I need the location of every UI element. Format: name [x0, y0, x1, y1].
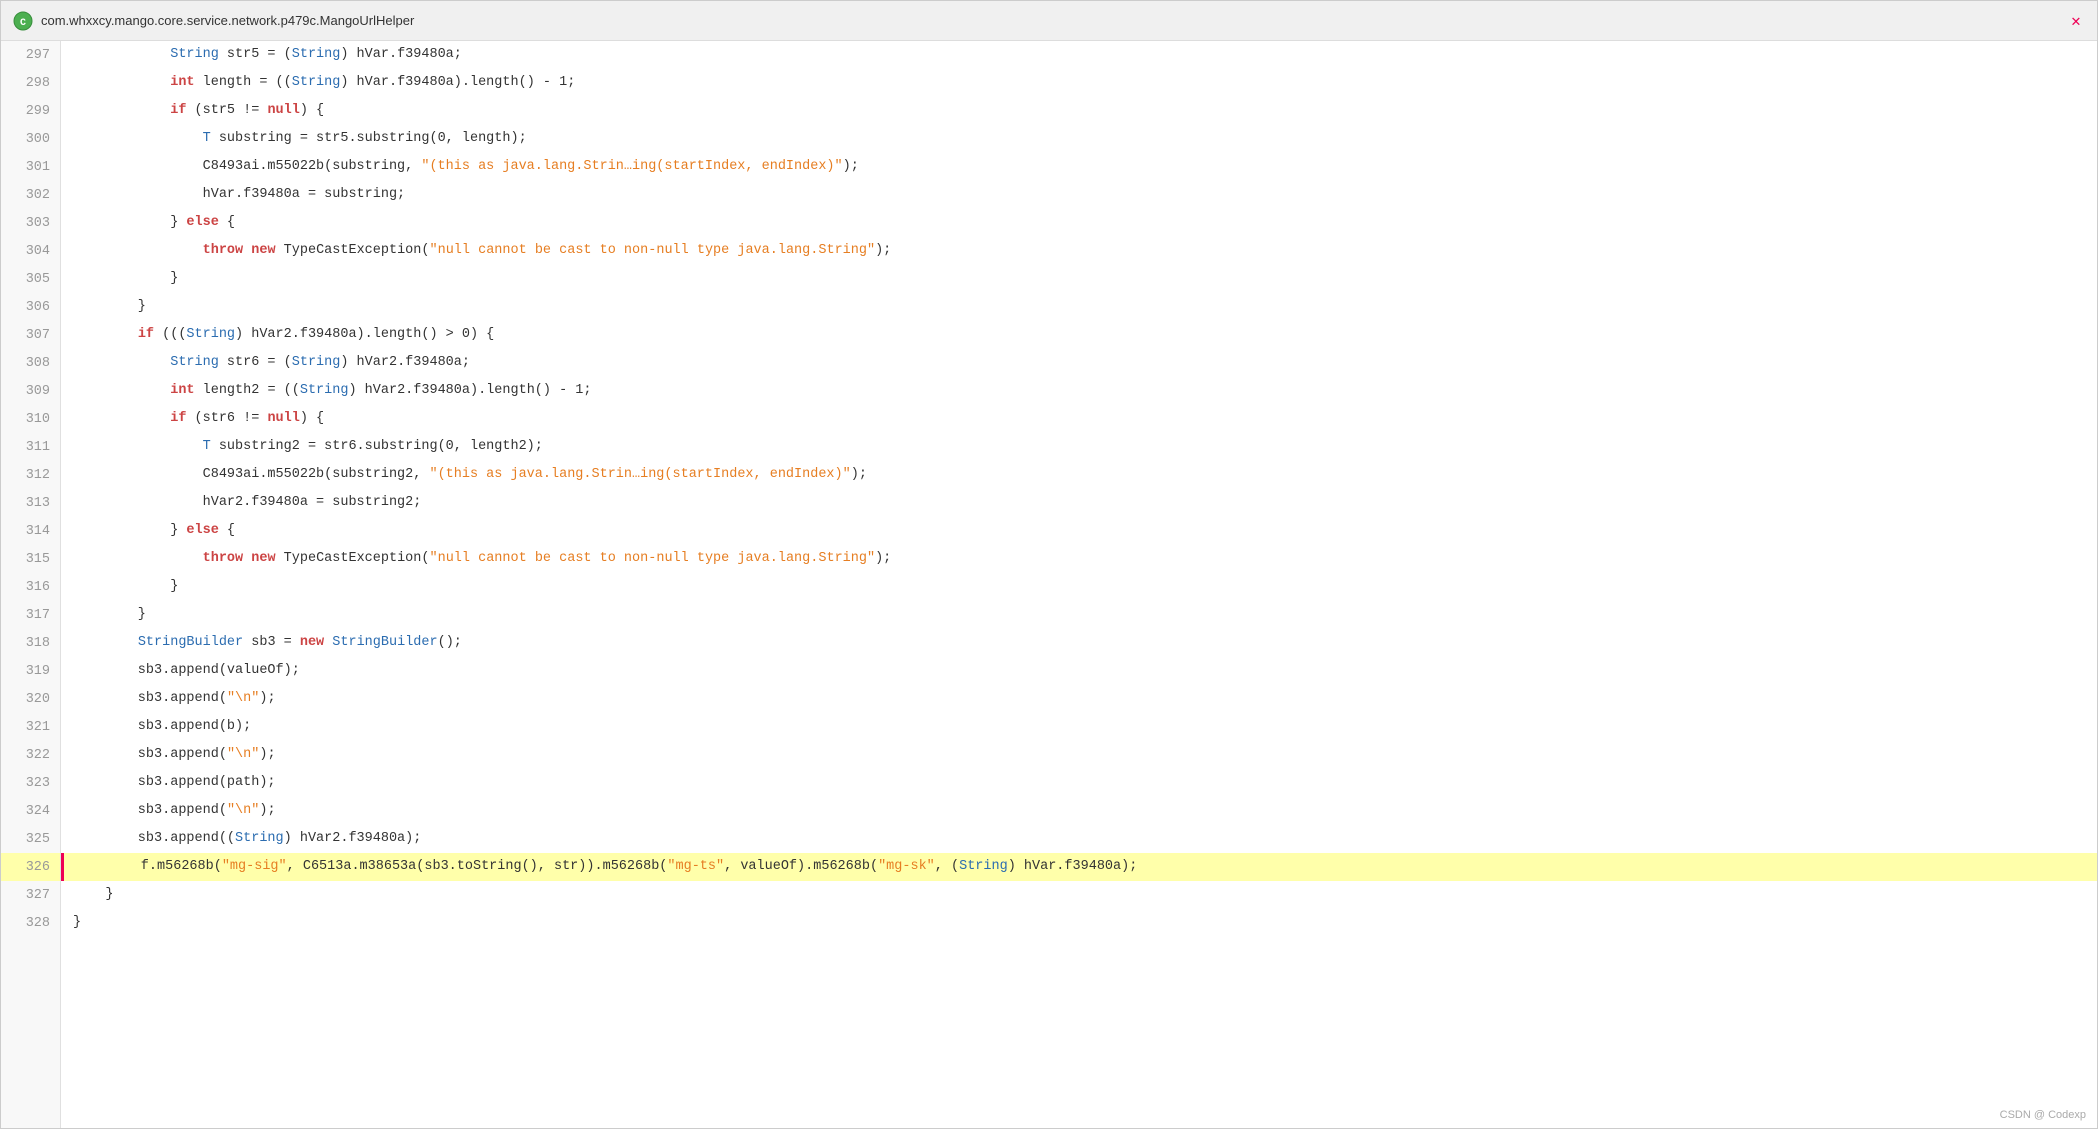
ln-317: 317 — [1, 601, 60, 629]
code-line-306: } — [61, 293, 2097, 321]
ln-318: 318 — [1, 629, 60, 657]
ln-308: 308 — [1, 349, 60, 377]
ln-312: 312 — [1, 461, 60, 489]
code-line-323: sb3.append(path); — [61, 769, 2097, 797]
code-line-325: sb3.append((String) hVar2.f39480a); — [61, 825, 2097, 853]
code-line-308: String str6 = (String) hVar2.f39480a; — [61, 349, 2097, 377]
ln-301: 301 — [1, 153, 60, 181]
ln-304: 304 — [1, 237, 60, 265]
ln-309: 309 — [1, 377, 60, 405]
tab-title: com.whxxcy.mango.core.service.network.p4… — [41, 13, 2059, 28]
code-line-326: f.m56268b("mg-sig", C6513a.m38653a(sb3.t… — [61, 853, 2097, 881]
ln-322: 322 — [1, 741, 60, 769]
code-line-322: sb3.append("\n"); — [61, 741, 2097, 769]
code-line-301: C8493ai.m55022b(substring, "(this as jav… — [61, 153, 2097, 181]
ln-321: 321 — [1, 713, 60, 741]
line-numbers: 297 298 299 300 301 302 303 304 305 306 … — [1, 41, 61, 1128]
code-line-319: sb3.append(valueOf); — [61, 657, 2097, 685]
code-line-315: throw new TypeCastException("null cannot… — [61, 545, 2097, 573]
ln-315: 315 — [1, 545, 60, 573]
ln-314: 314 — [1, 517, 60, 545]
ln-323: 323 — [1, 769, 60, 797]
ln-325: 325 — [1, 825, 60, 853]
ln-324: 324 — [1, 797, 60, 825]
code-line-311: T substring2 = str6.substring(0, length2… — [61, 433, 2097, 461]
close-button[interactable]: ✕ — [2067, 12, 2085, 30]
code-line-303: } else { — [61, 209, 2097, 237]
ln-299: 299 — [1, 97, 60, 125]
svg-text:C: C — [20, 18, 26, 29]
main-window: C com.whxxcy.mango.core.service.network.… — [0, 0, 2098, 1129]
code-line-316: } — [61, 573, 2097, 601]
ln-307: 307 — [1, 321, 60, 349]
code-line-297: String str5 = (String) hVar.f39480a; — [61, 41, 2097, 69]
code-line-310: if (str6 != null) { — [61, 405, 2097, 433]
code-line-300: T substring = str5.substring(0, length); — [61, 125, 2097, 153]
code-line-320: sb3.append("\n"); — [61, 685, 2097, 713]
ln-313: 313 — [1, 489, 60, 517]
code-line-328: } — [61, 909, 2097, 937]
ln-311: 311 — [1, 433, 60, 461]
code-line-305: } — [61, 265, 2097, 293]
code-line-304: throw new TypeCastException("null cannot… — [61, 237, 2097, 265]
ln-298: 298 — [1, 69, 60, 97]
ln-303: 303 — [1, 209, 60, 237]
ln-297: 297 — [1, 41, 60, 69]
code-line-327: } — [61, 881, 2097, 909]
code-lines: String str5 = (String) hVar.f39480a; int… — [61, 41, 2097, 1128]
code-line-309: int length2 = ((String) hVar2.f39480a).l… — [61, 377, 2097, 405]
title-bar: C com.whxxcy.mango.core.service.network.… — [1, 1, 2097, 41]
ln-316: 316 — [1, 573, 60, 601]
code-line-317: } — [61, 601, 2097, 629]
ln-306: 306 — [1, 293, 60, 321]
ln-328: 328 — [1, 909, 60, 937]
code-line-307: if (((String) hVar2.f39480a).length() > … — [61, 321, 2097, 349]
file-icon: C — [13, 11, 33, 31]
ln-305: 305 — [1, 265, 60, 293]
code-line-298: int length = ((String) hVar.f39480a).len… — [61, 69, 2097, 97]
ln-302: 302 — [1, 181, 60, 209]
code-line-302: hVar.f39480a = substring; — [61, 181, 2097, 209]
code-line-313: hVar2.f39480a = substring2; — [61, 489, 2097, 517]
code-editor: 297 298 299 300 301 302 303 304 305 306 … — [1, 41, 2097, 1128]
code-line-312: C8493ai.m55022b(substring2, "(this as ja… — [61, 461, 2097, 489]
ln-310: 310 — [1, 405, 60, 433]
code-line-299: if (str5 != null) { — [61, 97, 2097, 125]
ln-327: 327 — [1, 881, 60, 909]
watermark: CSDN @ Codexp — [2000, 1109, 2086, 1121]
code-line-321: sb3.append(b); — [61, 713, 2097, 741]
ln-319: 319 — [1, 657, 60, 685]
ln-320: 320 — [1, 685, 60, 713]
code-line-324: sb3.append("\n"); — [61, 797, 2097, 825]
code-line-318: StringBuilder sb3 = new StringBuilder(); — [61, 629, 2097, 657]
code-line-314: } else { — [61, 517, 2097, 545]
ln-326: 326 — [1, 853, 60, 881]
ln-300: 300 — [1, 125, 60, 153]
